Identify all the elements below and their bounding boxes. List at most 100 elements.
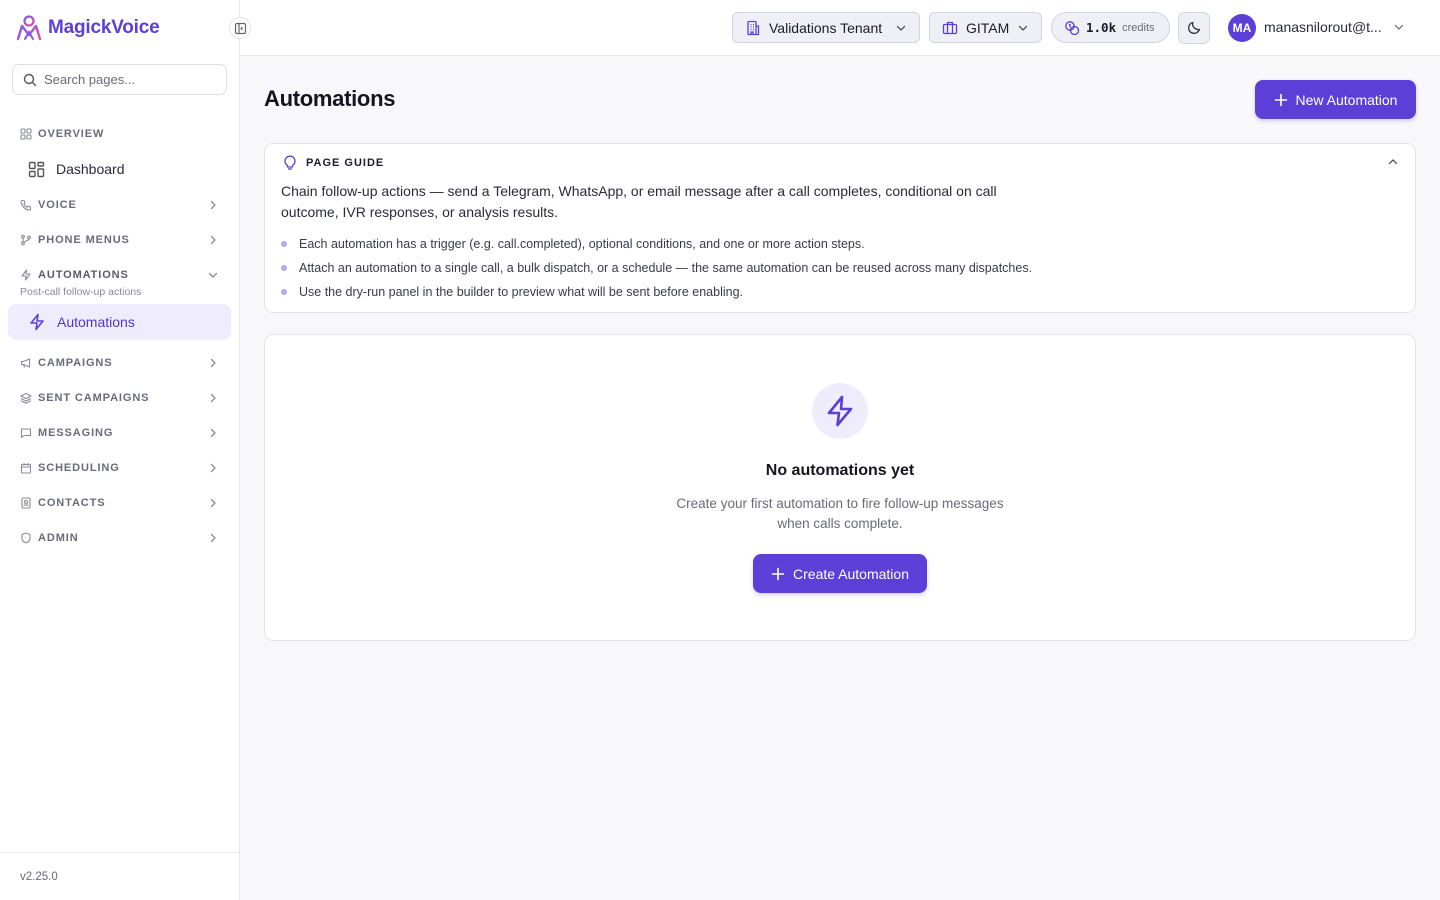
section-subtitle: Post-call follow-up actions [20,286,142,298]
plus-icon [771,567,785,581]
section-label: CONTACTS [38,496,106,509]
building-icon [745,20,761,36]
section-label: PHONE MENUS [38,233,130,246]
bolt-icon [823,394,857,428]
section-contacts[interactable]: CONTACTS [0,485,239,520]
theme-toggle-button[interactable] [1178,12,1210,44]
chevron-right-icon [207,532,219,544]
app-version: v2.25.0 [0,852,239,900]
search-input[interactable] [44,72,214,87]
section-label: CAMPAIGNS [38,356,113,369]
coins-icon [1064,20,1080,36]
section-label: ADMIN [38,531,79,544]
chevron-right-icon [207,497,219,509]
bullet-dot [281,265,287,271]
plus-icon [1274,93,1288,107]
section-campaigns[interactable]: CAMPAIGNS [0,345,239,380]
button-label: Create Automation [793,565,909,582]
section-label: AUTOMATIONS [38,268,129,281]
page-guide-title: PAGE GUIDE [306,157,385,169]
calendar-icon [20,462,32,474]
avatar[interactable]: MA [1228,14,1256,42]
section-voice[interactable]: VOICE [0,187,239,222]
empty-state-icon [812,383,868,439]
briefcase-icon [942,20,958,36]
moon-icon [1186,20,1202,36]
dashboard-icon [28,161,45,178]
chevron-right-icon [207,392,219,404]
branch-icon [20,234,32,246]
bullet-text: Attach an automation to a single call, a… [299,261,1033,275]
logo[interactable]: MagickVoice [16,14,160,42]
section-label: SENT CAMPAIGNS [38,391,150,404]
sidebar-item-automations[interactable]: Automations [8,304,231,340]
sidebar-nav: OVERVIEW Dashboard VOICE PHONE MENUS AUT… [0,116,239,555]
bullet-dot [281,289,287,295]
bolt-icon [28,313,46,331]
chevron-down-icon[interactable] [1393,21,1405,33]
credits-value: 1.0k [1086,20,1117,35]
create-automation-button[interactable]: Create Automation [753,554,927,593]
org-selector[interactable]: GITAM [929,12,1042,43]
empty-state-title: No automations yet [765,462,915,479]
bullet-text: Use the dry-run panel in the builder to … [299,285,744,299]
list-item: Each automation has a trigger (e.g. call… [281,232,1032,256]
message-icon [20,427,32,439]
sidebar-item-label: Dashboard [56,161,125,177]
page-guide: PAGE GUIDE Chain follow-up actions — sen… [264,143,1416,313]
bolt-icon [20,268,32,281]
chevron-right-icon [207,427,219,439]
phone-icon [20,199,32,211]
megaphone-icon [20,357,32,369]
chevron-right-icon [207,357,219,369]
credits-unit: credits [1122,21,1155,34]
grid-icon [20,127,32,140]
bullet-dot [281,241,287,247]
chevron-down-icon [207,269,219,281]
section-overview[interactable]: OVERVIEW [0,116,239,151]
button-label: New Automation [1295,91,1398,108]
section-label: SCHEDULING [38,461,120,474]
shield-icon [20,531,32,544]
chevron-right-icon [207,234,219,246]
contact-icon [20,496,32,509]
bullet-text: Each automation has a trigger (e.g. call… [299,237,865,251]
tenant-selector[interactable]: Validations Tenant [732,12,920,43]
search-icon [23,73,37,87]
chevron-down-icon [1017,22,1029,34]
chevron-down-icon [895,22,907,34]
chevron-right-icon [207,462,219,474]
section-phone-menus[interactable]: PHONE MENUS [0,222,239,257]
empty-state: No automations yet Create your first aut… [264,334,1416,641]
magickvoice-logo-icon [16,14,42,42]
sidebar-item-label: Automations [57,314,135,330]
page-title: Automations [264,86,396,111]
section-scheduling[interactable]: SCHEDULING [0,450,239,485]
collapse-sidebar-button[interactable] [229,17,251,39]
top-bar: Validations Tenant GITAM 1.0k credits MA… [240,0,1440,56]
new-automation-button[interactable]: New Automation [1255,80,1416,119]
section-label: VOICE [38,198,77,211]
user-name[interactable]: manasnilorout@t... [1264,19,1388,35]
list-item: Use the dry-run panel in the builder to … [281,280,1032,304]
list-item: Attach an automation to a single call, a… [281,256,1032,280]
sidebar: MagickVoice OVERVIEW Dashboard VOICE [0,0,240,900]
panel-left-icon [234,22,247,35]
section-label: OVERVIEW [38,127,105,140]
page-guide-header[interactable]: PAGE GUIDE [283,155,384,171]
chevron-right-icon [207,199,219,211]
app-name: MagickVoice [48,17,160,38]
section-admin[interactable]: ADMIN [0,520,239,555]
page-guide-bullets: Each automation has a trigger (e.g. call… [281,232,1032,304]
chevron-up-icon[interactable] [1387,156,1399,168]
page-guide-description: Chain follow-up actions — send a Telegra… [281,183,997,220]
section-messaging[interactable]: MESSAGING [0,415,239,450]
credits-badge[interactable]: 1.0k credits [1051,12,1170,43]
sidebar-item-dashboard[interactable]: Dashboard [8,151,231,187]
org-name: GITAM [966,19,1010,36]
section-label: MESSAGING [38,426,114,439]
search-pages[interactable] [12,64,227,95]
layers-icon [20,392,32,404]
section-sent-campaigns[interactable]: SENT CAMPAIGNS [0,380,239,415]
empty-state-description: Create your first automation to fire fol… [676,496,1004,531]
